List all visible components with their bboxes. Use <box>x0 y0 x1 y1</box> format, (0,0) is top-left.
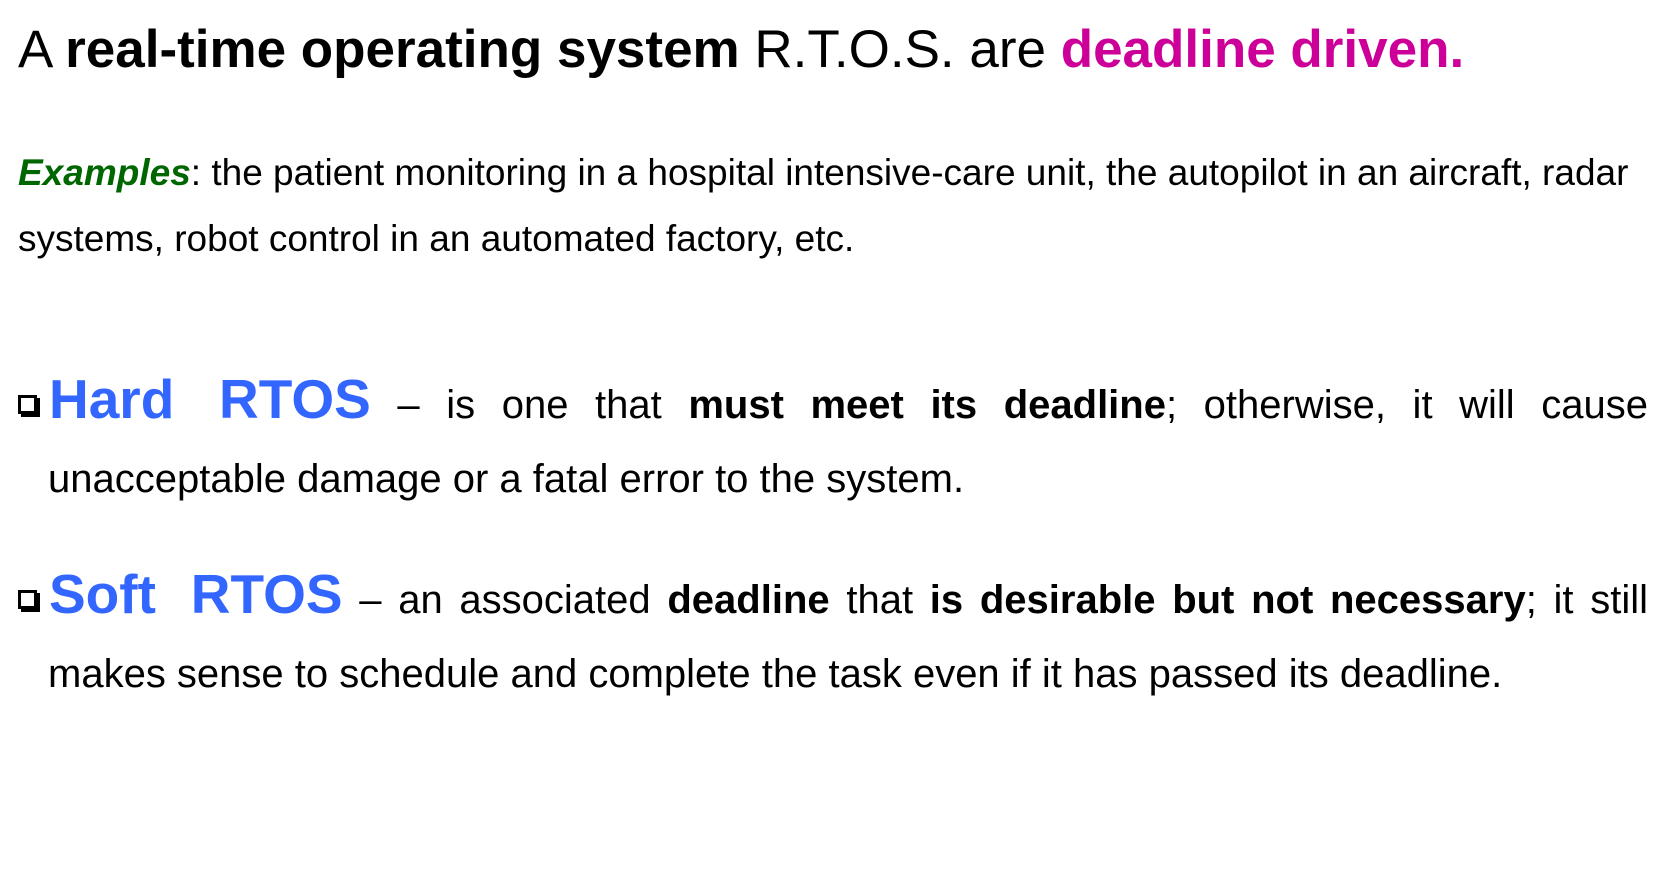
checkbox-icon <box>18 590 37 609</box>
soft-rtos-bold-2: is desirable but not necessary <box>929 578 1526 622</box>
soft-rtos-bullet: Soft RTOS – an associated deadline that … <box>18 557 1648 711</box>
soft-rtos-bold-1: deadline <box>667 578 830 622</box>
hard-rtos-term: Hard RTOS <box>49 368 371 430</box>
title-prefix: A <box>18 20 66 79</box>
soft-rtos-text-2: that <box>829 578 930 622</box>
examples-text: : the patient monitoring in a hospital i… <box>18 152 1629 259</box>
title-bold: real-time operating system <box>65 20 740 79</box>
slide: A real-time operating system R.T.O.S. ar… <box>0 0 1678 877</box>
soft-rtos-text-1: – an associated <box>342 578 668 622</box>
hard-rtos-bullet: Hard RTOS – is one that must meet its de… <box>18 362 1648 516</box>
slide-title: A real-time operating system R.T.O.S. ar… <box>18 18 1464 82</box>
examples-paragraph: Examples: the patient monitoring in a ho… <box>18 140 1668 272</box>
title-highlight: deadline driven. <box>1060 20 1465 79</box>
soft-rtos-term: Soft RTOS <box>49 563 343 625</box>
title-middle: R.T.O.S. are <box>739 20 1061 79</box>
hard-rtos-bold-1: must meet its deadline <box>688 383 1166 427</box>
examples-label: Examples <box>18 152 191 193</box>
hard-rtos-text-1: – is one that <box>370 383 689 427</box>
checkbox-icon <box>18 395 37 414</box>
